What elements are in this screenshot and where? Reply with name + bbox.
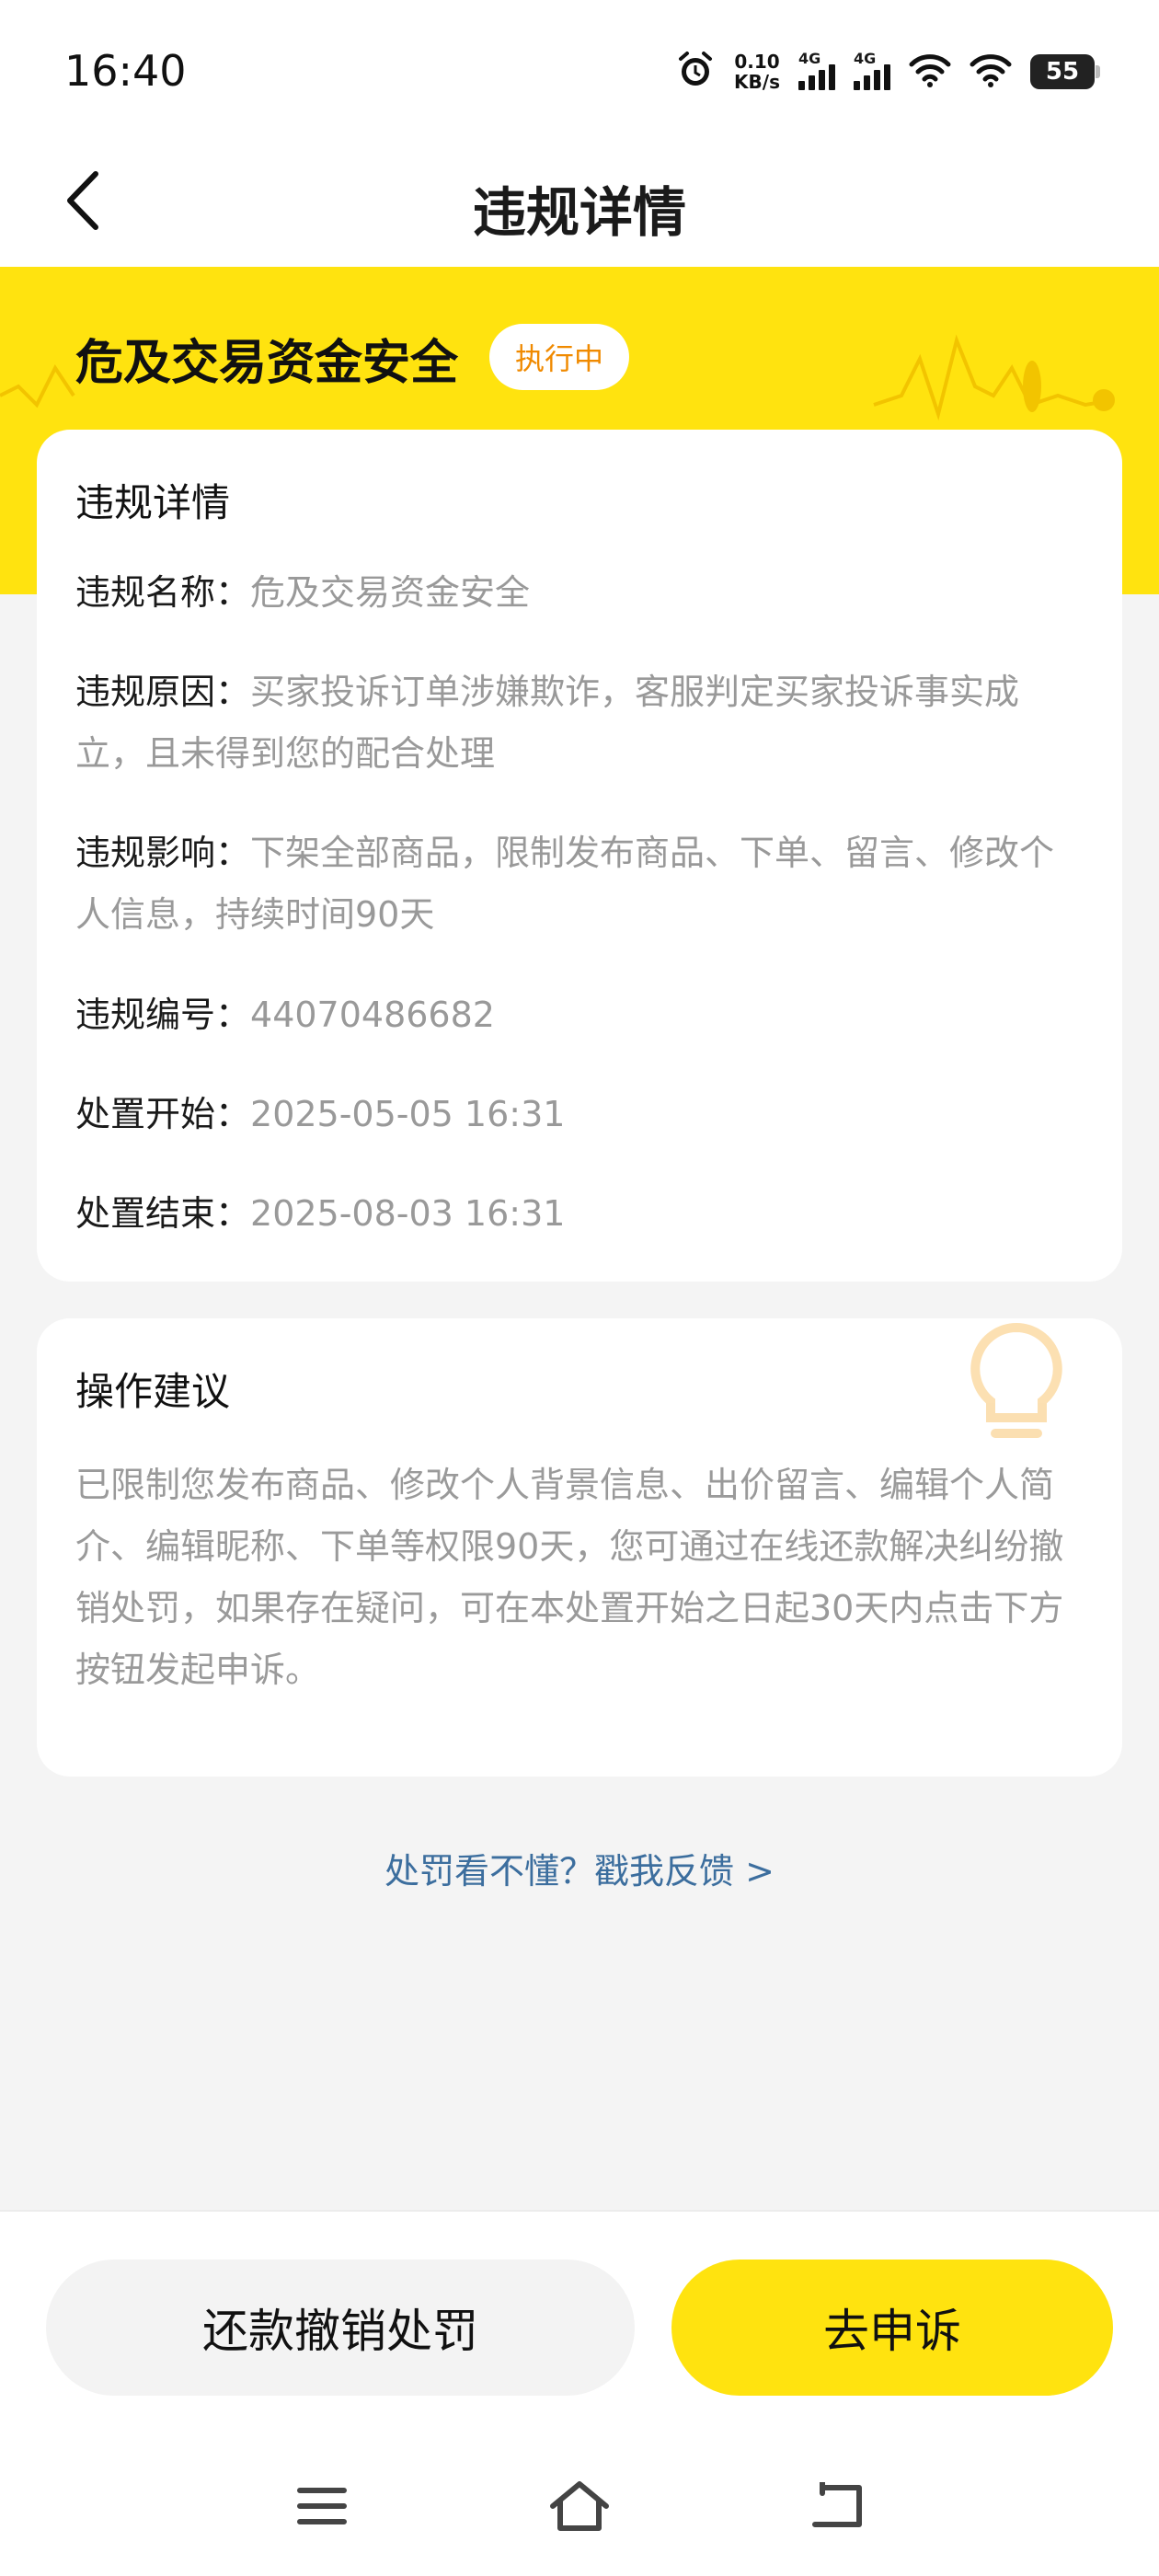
details-card-title: 违规详情 [75,480,231,525]
details-card: 违规详情 违规名称：危及交易资金安全 违规原因：买家投诉订单涉嫌欺诈，客服判定买… [37,430,1122,1282]
system-nav-bar [0,2469,1159,2543]
menu-icon[interactable] [285,2469,359,2543]
net-speed: 0.10 KB/s [734,52,780,92]
advice-text: 已限制您发布商品、修改个人背景信息、出价留言、编辑个人简介、编辑昵称、下单等权限… [75,1465,1064,1690]
home-icon[interactable] [543,2469,616,2543]
signal-icon: 4G [798,50,835,90]
detail-value: 2025-08-03 16:31 [250,1193,566,1234]
net-speed-value: 0.10 [734,51,780,73]
back-icon[interactable] [800,2469,874,2543]
detail-row-start: 处置开始：2025-05-05 16:31 [75,1084,1087,1145]
detail-key: 处置开始： [75,1094,251,1134]
wifi-icon-2 [970,52,1012,92]
detail-key: 违规名称： [75,572,251,613]
detail-row-impact: 违规影响：下架全部商品，限制发布商品、下单、留言、修改个人信息，持续时间90天 [75,822,1087,946]
alarm-icon [675,50,716,94]
signal-icon-2: 4G [854,50,890,90]
detail-row-number: 违规编号：44070486682 [75,984,1087,1046]
page-title: 违规详情 [472,181,686,244]
bottom-action-bar: 还款撤销处罚 去申诉 [0,2210,1159,2576]
detail-value: 44070486682 [250,995,495,1035]
detail-value: 2025-05-05 16:31 [250,1094,566,1134]
status-badge: 执行中 [489,324,630,390]
status-time: 16:40 [64,46,187,96]
net-speed-unit: KB/s [734,71,780,93]
detail-key: 违规原因： [75,672,251,712]
appeal-button[interactable]: 去申诉 [671,2260,1113,2396]
status-bar: 16:40 0.10 KB/s 4G 4G 55 [0,0,1159,138]
detail-row-name: 违规名称：危及交易资金安全 [75,562,1087,624]
detail-key: 违规编号： [75,995,251,1035]
nav-bar: 违规详情 [0,138,1159,267]
advice-card: 操作建议 已限制您发布商品、修改个人背景信息、出价留言、编辑个人简介、编辑昵称、… [37,1318,1122,1777]
battery-icon: 55 [1030,54,1100,89]
violation-title: 危及交易资金安全 [75,336,459,391]
status-icons: 0.10 KB/s 4G 4G 55 [675,44,1100,99]
lightbulb-icon [970,1322,1062,1438]
advice-card-title: 操作建议 [75,1369,231,1414]
detail-row-reason: 违规原因：买家投诉订单涉嫌欺诈，客服判定买家投诉事实成立，且未得到您的配合处理 [75,661,1087,785]
sim2-label: 4G [854,50,877,67]
sim1-label: 4G [798,50,821,67]
feedback-link[interactable]: 处罚看不懂？戳我反馈 > [0,1843,1159,1893]
detail-row-end: 处置结束：2025-08-03 16:31 [75,1183,1087,1245]
detail-key: 违规影响： [75,833,251,873]
detail-key: 处置结束： [75,1193,251,1234]
detail-value: 危及交易资金安全 [250,572,531,613]
refund-revoke-button[interactable]: 还款撤销处罚 [46,2260,635,2396]
wifi-icon [909,52,951,92]
